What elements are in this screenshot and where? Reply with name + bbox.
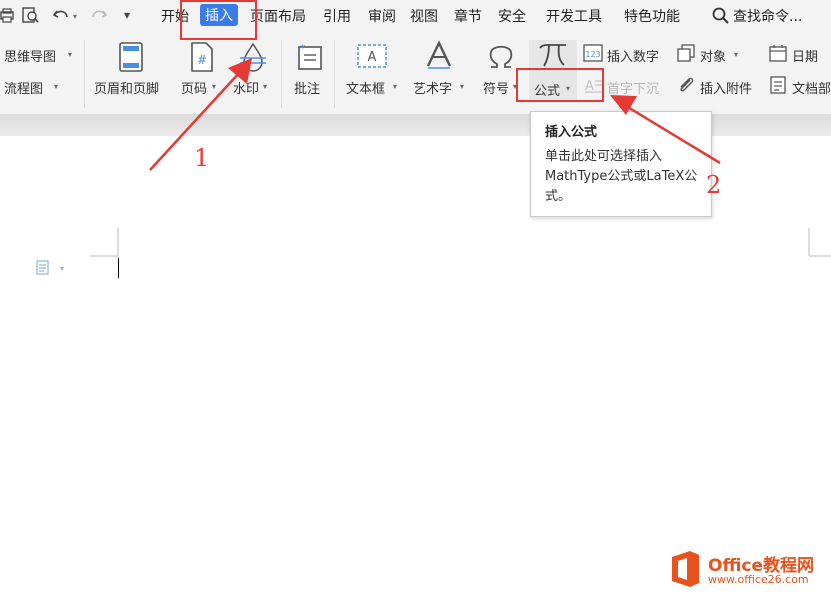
annotation-label-1: 1 (194, 144, 210, 172)
annotation-label-2: 2 (706, 171, 722, 199)
logo-site-url: www.office26.com (708, 573, 809, 586)
annotation-arrows (149, 58, 721, 171)
office-logo-icon (668, 549, 702, 589)
